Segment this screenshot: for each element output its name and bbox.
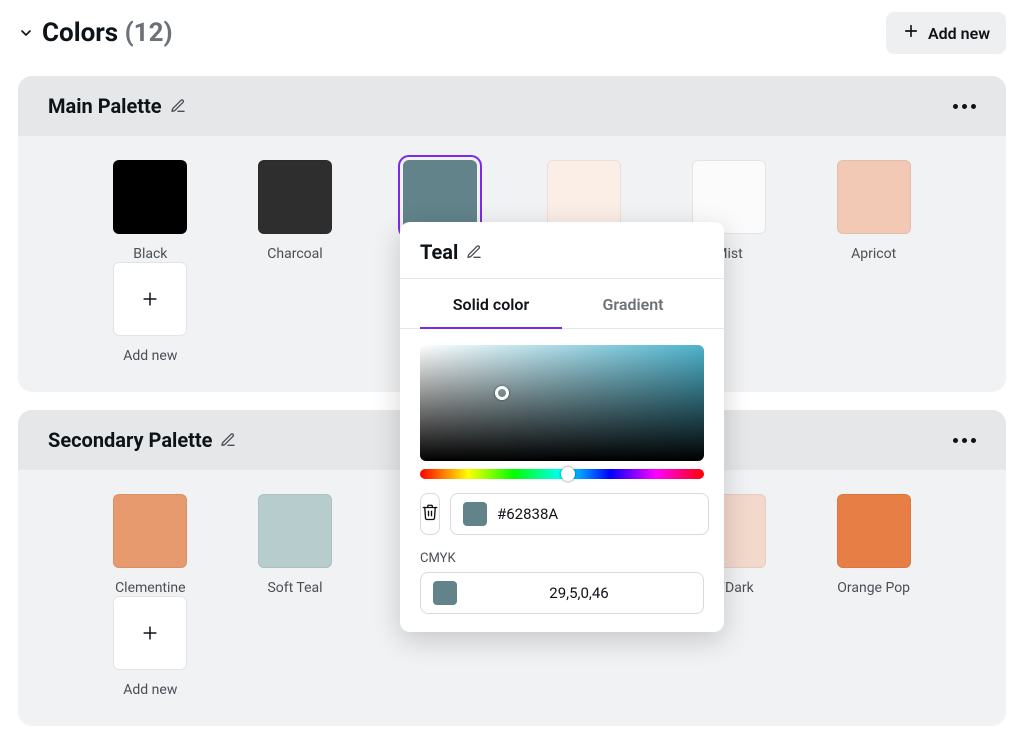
hue-slider[interactable]: [420, 469, 704, 479]
tab-gradient[interactable]: Gradient: [562, 279, 704, 328]
palette-title: Main Palette: [48, 94, 162, 118]
swatch-cell: Charcoal: [243, 160, 348, 262]
trash-icon: [421, 503, 439, 525]
swatch-orange-pop[interactable]: [837, 494, 911, 568]
more-icon[interactable]: [953, 104, 976, 109]
chevron-down-icon[interactable]: [18, 25, 34, 41]
swatch-cell-add: Add new: [98, 262, 203, 364]
swatch-label: Soft Teal: [267, 580, 322, 596]
pencil-icon[interactable]: [466, 244, 482, 260]
add-swatch-button[interactable]: [113, 596, 187, 670]
cmyk-chip: [433, 581, 457, 605]
saturation-value-picker[interactable]: [420, 345, 704, 461]
swatch-cell: Orange Pop: [821, 494, 926, 596]
hue-handle[interactable]: [561, 467, 575, 481]
swatch-cell: Black: [98, 160, 203, 262]
add-swatch-label: Add new: [123, 682, 177, 698]
swatch-cell: Clementine: [98, 494, 203, 596]
swatch-apricot[interactable]: [837, 160, 911, 234]
add-swatch-label: Add new: [123, 348, 177, 364]
swatch-soft-teal[interactable]: [258, 494, 332, 568]
tab-solid-color[interactable]: Solid color: [420, 279, 562, 328]
cmyk-input[interactable]: [467, 584, 691, 602]
swatch-label: Clementine: [115, 580, 186, 596]
page-title: Colors (12): [42, 18, 173, 48]
cmyk-label: CMYK: [420, 551, 704, 566]
hex-field[interactable]: [450, 493, 709, 535]
page-title-text: Colors: [42, 18, 118, 48]
swatch-cell-add: Add new: [98, 596, 203, 698]
popover-title: Teal: [420, 240, 458, 264]
swatch-label: Charcoal: [267, 246, 322, 262]
add-new-button[interactable]: Add new: [886, 12, 1006, 54]
swatch-cell: Soft Teal: [243, 494, 348, 596]
swatch-label: Orange Pop: [837, 580, 910, 596]
swatch-charcoal[interactable]: [258, 160, 332, 234]
pencil-icon[interactable]: [170, 98, 186, 114]
swatch-label: Black: [133, 246, 167, 262]
swatch-label: Apricot: [851, 246, 896, 262]
hex-input[interactable]: [497, 505, 696, 523]
hex-chip: [463, 502, 487, 526]
swatch-black[interactable]: [113, 160, 187, 234]
palette-title: Secondary Palette: [48, 428, 212, 452]
page-title-count: (12): [125, 18, 173, 48]
cmyk-field[interactable]: [420, 572, 704, 614]
more-icon[interactable]: [953, 438, 976, 443]
sv-handle[interactable]: [495, 386, 509, 400]
swatch-cell: Apricot: [821, 160, 926, 262]
swatch-clementine[interactable]: [113, 494, 187, 568]
delete-color-button[interactable]: [420, 493, 440, 535]
color-tabs: Solid color Gradient: [400, 279, 724, 329]
color-picker-popover: Teal Solid color Gradient CMYK: [400, 222, 724, 632]
add-new-label: Add new: [928, 24, 990, 43]
plus-icon: [902, 22, 920, 44]
add-swatch-button[interactable]: [113, 262, 187, 336]
pencil-icon[interactable]: [220, 432, 236, 448]
